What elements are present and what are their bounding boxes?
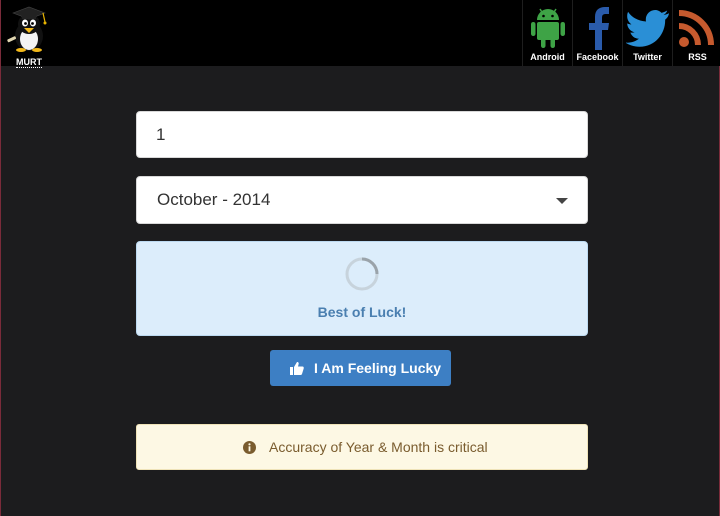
android-link[interactable]: Android xyxy=(522,0,572,66)
notice-text: Accuracy of Year & Month is critical xyxy=(269,439,488,455)
logo-label: MURT xyxy=(16,57,42,68)
rss-label: RSS xyxy=(688,52,707,62)
android-icon xyxy=(530,8,565,48)
rss-icon xyxy=(678,10,714,47)
chevron-down-icon xyxy=(556,198,568,204)
rss-link[interactable]: RSS xyxy=(672,0,720,66)
android-label: Android xyxy=(530,52,565,62)
info-icon xyxy=(243,441,256,454)
month-year-value: October - 2014 xyxy=(157,190,271,209)
penguin-graduate-icon xyxy=(7,6,47,52)
number-input[interactable]: 1 xyxy=(136,111,588,158)
facebook-link[interactable]: Facebook xyxy=(572,0,622,66)
top-bar: MURT Android Facebook Twitter RSS xyxy=(1,0,720,68)
result-panel: Best of Luck! xyxy=(136,241,588,336)
facebook-label: Facebook xyxy=(576,52,619,62)
facebook-icon xyxy=(588,7,609,50)
site-logo[interactable]: MURT xyxy=(3,4,55,68)
loading-spinner-icon xyxy=(345,257,379,291)
month-year-select[interactable]: October - 2014 xyxy=(136,176,588,224)
feeling-lucky-button[interactable]: I Am Feeling Lucky xyxy=(270,350,451,386)
status-message: Best of Luck! xyxy=(317,304,407,320)
twitter-link[interactable]: Twitter xyxy=(622,0,672,66)
twitter-icon xyxy=(625,10,669,47)
number-input-value: 1 xyxy=(156,125,166,144)
info-notice: Accuracy of Year & Month is critical xyxy=(136,424,588,470)
twitter-label: Twitter xyxy=(633,52,662,62)
feeling-lucky-label: I Am Feeling Lucky xyxy=(314,360,442,376)
thumbs-up-icon xyxy=(290,362,304,375)
